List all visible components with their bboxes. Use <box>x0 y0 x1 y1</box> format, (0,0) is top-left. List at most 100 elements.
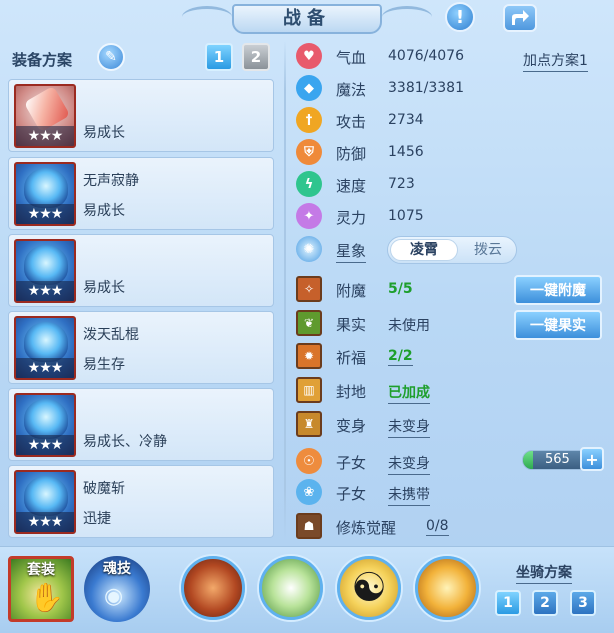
one-click-enchant-button[interactable]: 一键附魔 <box>514 275 602 305</box>
fruit-icon: ❦ <box>296 310 322 336</box>
star-rating: ★★★ <box>16 358 74 378</box>
equipment-trait: 易成长、冷静 <box>83 434 167 450</box>
star-option-boyun[interactable]: 拨云 <box>460 239 516 261</box>
star-sign-toggle[interactable]: 凌霄 拨云 <box>387 236 517 264</box>
buff-value-fruit: 未使用 <box>388 318 430 334</box>
share-icon[interactable] <box>503 4 537 32</box>
popsicle-icon: ★★★ <box>14 84 76 148</box>
stat-value-attack: 2734 <box>388 112 424 128</box>
stat-label-speed: 速度 <box>336 177 367 195</box>
dragon-orb-icon: ◉ <box>104 584 124 609</box>
star-rating: ★★★ <box>16 281 74 301</box>
buff-label-fief: 封地 <box>336 383 367 401</box>
equipment-slot-2[interactable]: ★★★ 无声寂静 易成长 <box>8 157 274 230</box>
buff-value-child-1[interactable]: 未变身 <box>388 453 430 475</box>
diamond-icon: ◆ <box>296 75 322 101</box>
outfit-tile[interactable]: 套装 ✋ <box>8 556 74 622</box>
equipment-trait: 迅捷 <box>83 511 111 527</box>
sword-slash-icon[interactable] <box>259 556 323 620</box>
pencil-icon[interactable]: ✎ <box>97 43 125 71</box>
soul-skill-label: 魂技 <box>103 561 131 577</box>
sparkle-icon: ✦ <box>296 203 322 229</box>
stat-value-spirit: 1075 <box>388 208 424 224</box>
mount-plan-2-button[interactable]: 2 <box>532 590 558 616</box>
stat-label-mp: 魔法 <box>336 81 367 99</box>
mount-plan-label[interactable]: 坐骑方案 <box>516 562 572 584</box>
cultivation-icon: ☗ <box>296 513 322 539</box>
equipment-trait: 易成长 <box>83 203 125 219</box>
gold-wing-icon[interactable] <box>415 556 479 620</box>
star-rating: ★★★ <box>16 204 74 224</box>
transform-icon: ♜ <box>296 411 322 437</box>
child-icon: ☉ <box>296 448 322 474</box>
panel-divider <box>284 40 286 540</box>
energy-fill <box>523 451 533 469</box>
sword-icon: † <box>296 107 322 133</box>
buff-label-transform: 变身 <box>336 417 367 435</box>
buff-value-enchant: 5/5 <box>388 281 413 297</box>
buff-value-fief[interactable]: 已加成 <box>388 382 430 404</box>
blue-armor-icon: ★★★ <box>14 239 76 303</box>
buff-label-child-2: 子女 <box>336 485 367 503</box>
buff-label-enchant: 附魔 <box>336 282 367 300</box>
buff-label-cultivation: 修炼觉醒 <box>336 519 397 537</box>
equipment-trait: 易成长 <box>83 125 125 141</box>
title-ornament-left <box>182 6 232 28</box>
enchant-icon: ✧ <box>296 276 322 302</box>
beast-head-icon[interactable] <box>181 556 245 620</box>
stat-label-defense: 防御 <box>336 145 367 163</box>
stat-plan-link[interactable]: 加点方案1 <box>523 50 588 72</box>
buff-value-transform[interactable]: 未变身 <box>388 416 430 438</box>
buff-label-blessing: 祈福 <box>336 349 367 367</box>
stat-label-hp: 气血 <box>336 49 367 67</box>
soul-skill-tile[interactable]: 魂技 ◉ <box>84 556 150 622</box>
equipment-name: 无声寂静 <box>83 173 139 189</box>
exclamation-icon[interactable]: ! <box>445 2 475 32</box>
fief-icon: ▥ <box>296 377 322 403</box>
stat-label-spirit: 灵力 <box>336 209 367 227</box>
stat-value-hp: 4076/4076 <box>388 48 464 64</box>
paw-icon: ❀ <box>296 479 322 505</box>
buff-value-cultivation[interactable]: 0/8 <box>426 518 449 536</box>
buff-value-blessing[interactable]: 2/2 <box>388 348 413 366</box>
equipment-trait: 易生存 <box>83 357 125 373</box>
equipment-page-2-button[interactable]: 2 <box>242 43 270 71</box>
buff-label-child-1: 子女 <box>336 454 367 472</box>
equipment-slot-3[interactable]: ★★★ 易成长 <box>8 234 274 307</box>
equipment-plan-label: 装备方案 <box>12 51 73 69</box>
equipment-name: 泼天乱棍 <box>83 327 139 343</box>
stat-label-attack: 攻击 <box>336 113 367 131</box>
blue-wings-icon: ★★★ <box>14 470 76 534</box>
star-rating: ★★★ <box>16 512 74 532</box>
shield-icon: ⛨ <box>296 139 322 165</box>
star-sign-icon: ✺ <box>296 236 322 262</box>
equipment-page-1-button[interactable]: 1 <box>205 43 233 71</box>
buff-label-fruit: 果实 <box>336 316 367 334</box>
equipment-name: 破魔斩 <box>83 481 125 497</box>
stat-value-speed: 723 <box>388 176 415 192</box>
add-energy-button[interactable]: + <box>580 447 604 471</box>
equipment-slot-1[interactable]: ★★★ 易成长 <box>8 79 274 152</box>
stat-value-defense: 1456 <box>388 144 424 160</box>
energy-value: 565 <box>545 452 570 467</box>
blessing-icon: ✹ <box>296 343 322 369</box>
one-click-fruit-button[interactable]: 一键果实 <box>514 310 602 340</box>
star-rating: ★★★ <box>16 435 74 455</box>
equipment-slot-4[interactable]: ★★★ 泼天乱棍 易生存 <box>8 311 274 384</box>
star-rating: ★★★ <box>16 126 74 146</box>
stat-value-mp: 3381/3381 <box>388 80 464 96</box>
star-option-lingxiao[interactable]: 凌霄 <box>390 239 458 261</box>
star-sign-label[interactable]: 星象 <box>336 240 367 263</box>
mount-plan-3-button[interactable]: 3 <box>570 590 596 616</box>
lightning-icon: ϟ <box>296 171 322 197</box>
yin-yang-icon[interactable]: ☯ <box>337 556 401 620</box>
blue-boots-icon: ★★★ <box>14 316 76 380</box>
title-ornament-right <box>382 6 432 28</box>
equipment-slot-5[interactable]: ★★★ 易成长、冷静 <box>8 388 274 461</box>
blue-helmet-icon: ★★★ <box>14 162 76 226</box>
blue-crown-icon: ★★★ <box>14 393 76 457</box>
mount-plan-1-button[interactable]: 1 <box>495 590 521 616</box>
buff-value-child-2[interactable]: 未携带 <box>388 484 430 506</box>
heart-icon: ♥ <box>296 43 322 69</box>
equipment-slot-6[interactable]: ★★★ 破魔斩 迅捷 <box>8 465 274 538</box>
